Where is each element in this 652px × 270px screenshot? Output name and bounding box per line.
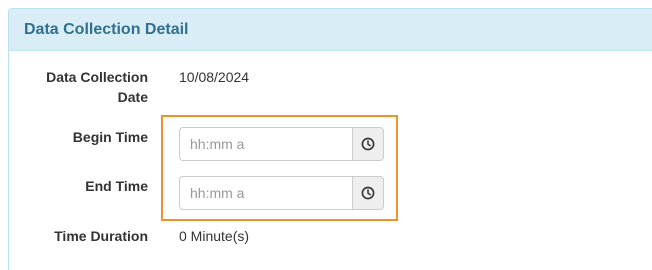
end-time-input-group	[179, 176, 384, 210]
time-duration-label: Time Duration	[54, 228, 148, 244]
collection-date-label: Data Collection Date	[8, 67, 148, 107]
panel-title: Data Collection Detail	[24, 21, 189, 38]
end-time-input[interactable]	[179, 176, 352, 210]
begin-time-input-group	[179, 127, 384, 161]
end-time-picker-button[interactable]	[352, 176, 384, 210]
collection-date-label-line1: Data Collection	[46, 69, 148, 85]
time-duration-value: 0 Minute(s)	[179, 228, 250, 244]
begin-time-input[interactable]	[179, 127, 352, 161]
collection-date-value: 10/08/2024	[179, 69, 250, 85]
end-time-label: End Time	[85, 178, 148, 194]
collection-date-label-line2: Date	[117, 89, 148, 105]
clock-icon	[361, 137, 375, 151]
clock-icon	[361, 186, 375, 200]
panel-heading: Data Collection Detail	[9, 9, 652, 51]
begin-time-label: Begin Time	[72, 129, 148, 145]
begin-time-picker-button[interactable]	[352, 127, 384, 161]
